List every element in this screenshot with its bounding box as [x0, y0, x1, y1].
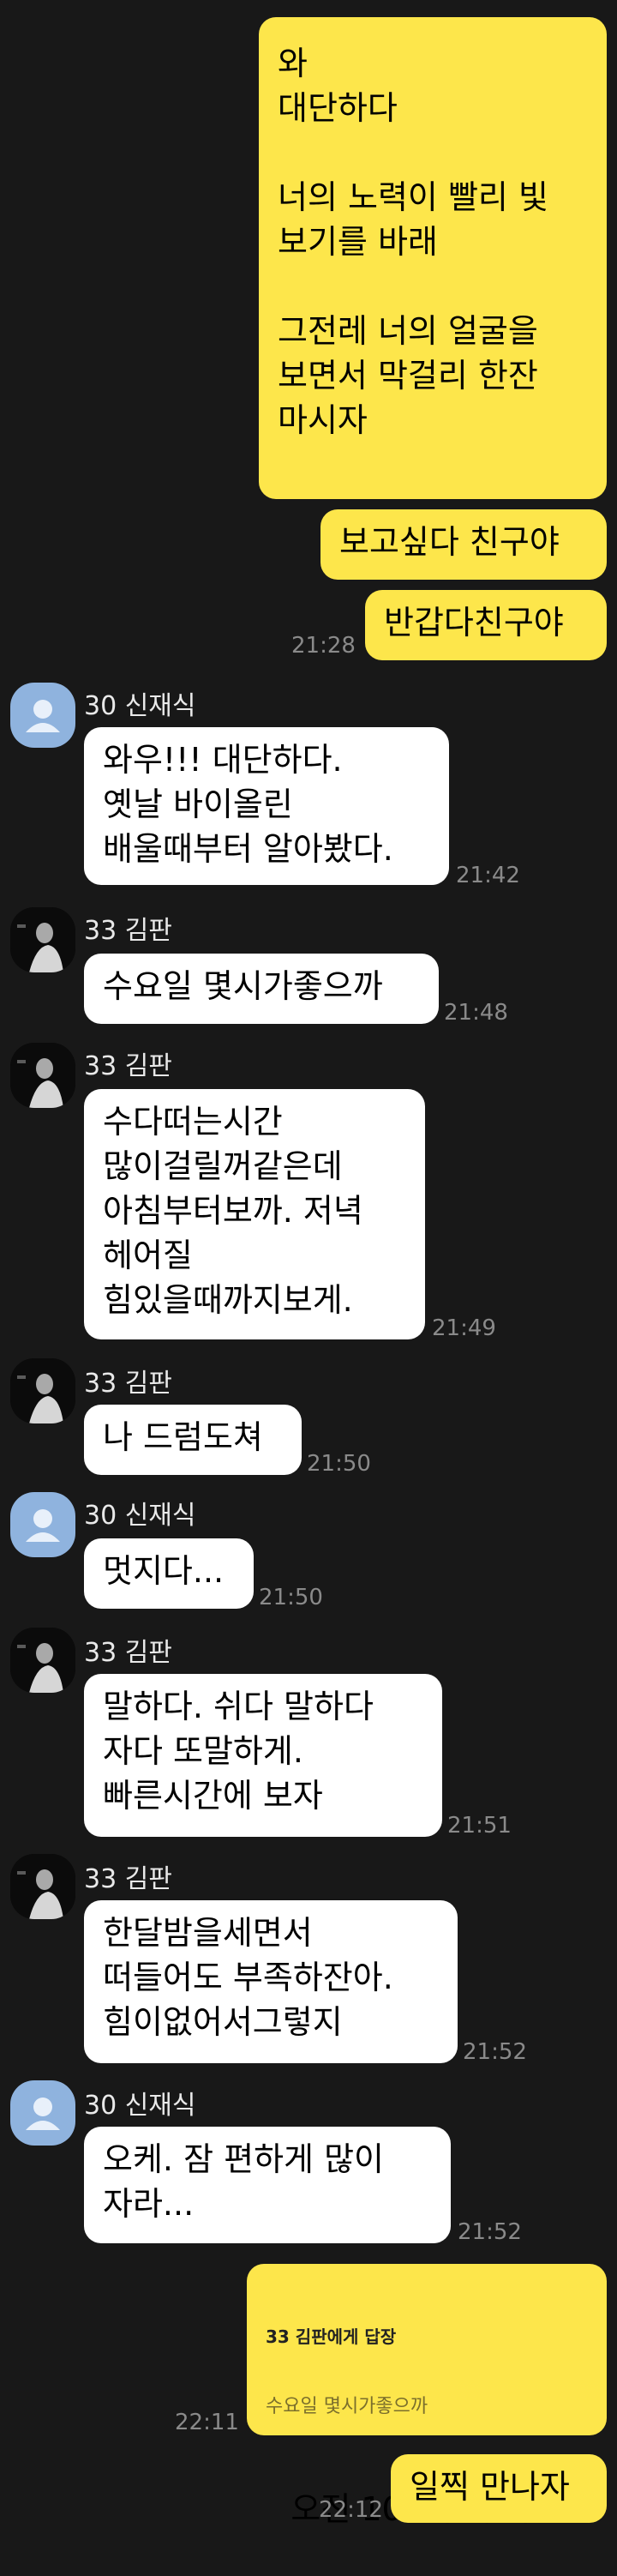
message-time: 22:11	[175, 2410, 239, 2435]
sender-name: 33 김판	[84, 1051, 172, 1081]
profile-photo-icon	[10, 1854, 75, 1919]
message-time: 21:52	[463, 2039, 527, 2065]
sender-name: 30 신재식	[84, 691, 196, 721]
profile-avatar[interactable]	[10, 1358, 75, 1423]
reply-target: 33 김판에게 답장	[266, 2326, 397, 2347]
profile-avatar[interactable]	[10, 907, 75, 972]
sender-name: 33 김판	[84, 1864, 172, 1894]
my-message-bubble[interactable]: 와 대단하다 너의 노력이 빨리 빛 보기를 바래 그전레 너의 얼굴을 보면서…	[259, 17, 607, 499]
message-time: 21:50	[259, 1585, 323, 1610]
profile-avatar[interactable]	[10, 2080, 75, 2146]
message-time: 21:50	[307, 1451, 371, 1477]
their-message-bubble[interactable]: 나 드럼도쳐	[84, 1405, 302, 1475]
reply-quote: 수요일 몇시가좋으까	[266, 2396, 428, 2417]
chat-room: 와 대단하다 너의 노력이 빨리 빛 보기를 바래 그전레 너의 얼굴을 보면서…	[0, 0, 617, 2529]
sender-name: 33 김판	[84, 1638, 172, 1668]
person-silhouette-icon	[26, 1509, 60, 1542]
profile-photo-icon	[10, 1043, 75, 1108]
my-reply-bubble[interactable]: 33 김판에게 답장 수요일 몇시가좋으까 오전 10시부터 가능	[247, 2264, 607, 2528]
message-time: 22:12	[319, 2497, 383, 2523]
sender-name: 33 김판	[84, 916, 172, 946]
profile-avatar[interactable]	[10, 1043, 75, 1108]
person-silhouette-icon	[26, 2098, 60, 2130]
message-time: 21:49	[432, 1315, 496, 1341]
sender-name: 33 김판	[84, 1369, 172, 1399]
profile-avatar[interactable]	[10, 683, 75, 748]
person-silhouette-icon	[26, 700, 60, 732]
sender-name: 30 신재식	[84, 2091, 196, 2121]
message-time: 21:51	[447, 1813, 512, 1839]
message-time: 21:48	[444, 1000, 508, 1026]
my-message-bubble[interactable]: 반갑다친구야	[365, 590, 607, 660]
profile-avatar[interactable]	[10, 1628, 75, 1693]
profile-avatar[interactable]	[10, 1492, 75, 1557]
their-message-bubble[interactable]: 말하다. 쉬다 말하다 자다 또말하게. 빠른시간에 보자	[84, 1674, 442, 1837]
profile-photo-icon	[10, 907, 75, 972]
their-message-bubble[interactable]: 한달밤을세면서 떠들어도 부족하잔아. 힘이없어서그렇지	[84, 1900, 458, 2063]
my-message-bubble[interactable]: 보고싶다 친구야	[320, 509, 607, 580]
message-time: 21:52	[458, 2219, 522, 2245]
profile-photo-icon	[10, 1628, 75, 1693]
sender-name: 30 신재식	[84, 1501, 196, 1531]
my-message-bubble[interactable]: 일찍 만나자	[391, 2454, 607, 2523]
their-message-bubble[interactable]: 수다떠는시간 많이걸릴꺼같은데 아침부터보까. 저녁 헤어질 힘있을때까지보게.	[84, 1089, 425, 1339]
profile-avatar[interactable]	[10, 1854, 75, 1919]
message-time: 21:42	[456, 863, 520, 888]
message-time: 21:28	[291, 633, 356, 659]
their-message-bubble[interactable]: 오케. 잠 편하게 많이 자라...	[84, 2127, 451, 2243]
their-message-bubble[interactable]: 와우!!! 대단하다. 옛날 바이올린 배울때부터 알아봤다.	[84, 727, 449, 885]
profile-photo-icon	[10, 1358, 75, 1423]
their-message-bubble[interactable]: 수요일 몇시가좋으까	[84, 954, 439, 1024]
their-message-bubble[interactable]: 멋지다...	[84, 1538, 254, 1609]
